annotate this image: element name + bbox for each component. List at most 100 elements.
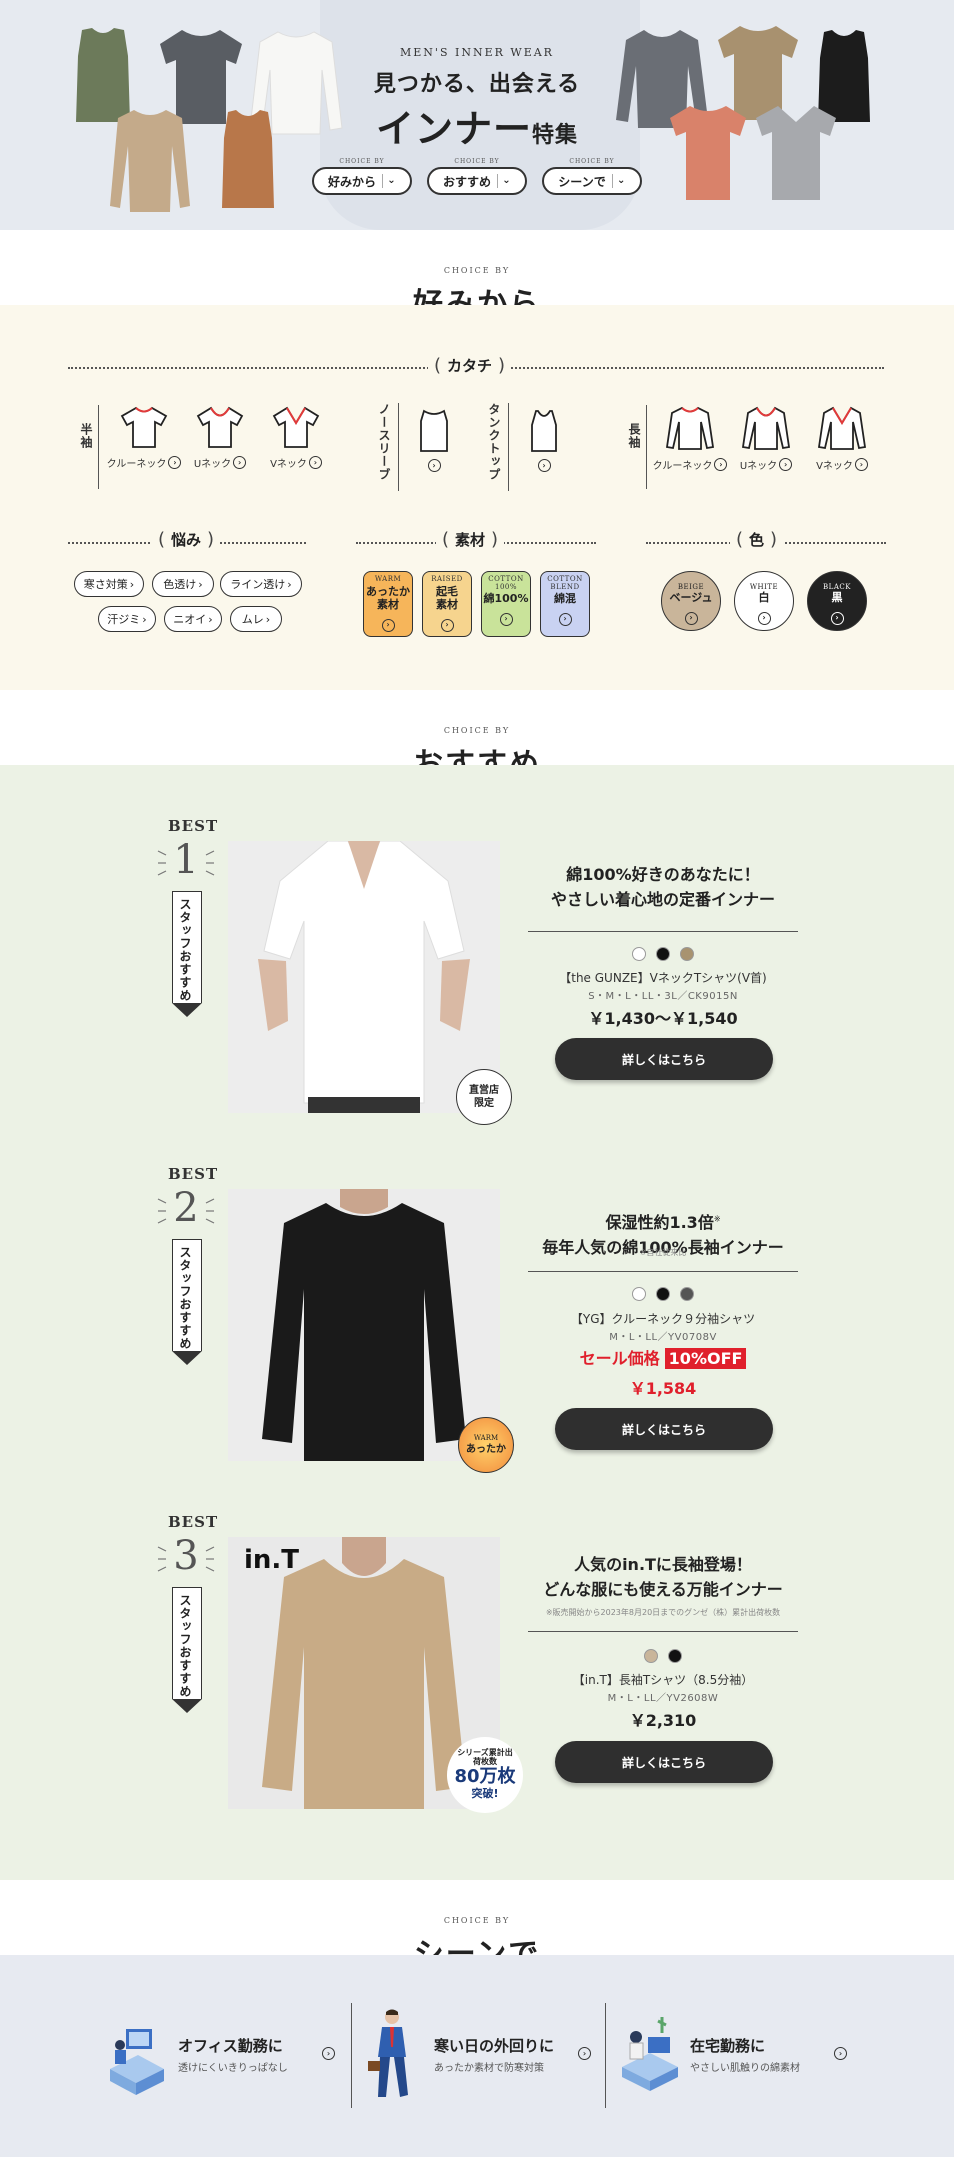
tanktop-item[interactable]: › [514, 409, 574, 472]
hero-title-main-text: インナー [375, 107, 532, 151]
badge-text: あったか [466, 1444, 506, 1456]
swatch-gray[interactable] [680, 1287, 694, 1301]
divider [98, 405, 99, 489]
product-photo-2[interactable] [228, 1189, 500, 1461]
store-limited-badge: 直営店限定 [456, 1069, 512, 1125]
short-uneck-item[interactable]: Uネック › [182, 405, 258, 470]
hero-title-suffix: 特集 [532, 123, 579, 148]
sleeveless-shirt-icon [420, 409, 448, 452]
long-vneck-item[interactable]: Vネック › [804, 405, 880, 472]
hero-button-recommend[interactable]: おすすめ ⌄ [427, 167, 527, 195]
swatch-black[interactable] [668, 1649, 682, 1663]
material-category-label: (素材) [436, 529, 505, 550]
item-label: Uネック [739, 461, 778, 472]
color-category-label: (色) [730, 529, 784, 550]
long-uneck-item[interactable]: Uネック › [728, 405, 804, 472]
material-jp: 綿100% [483, 592, 529, 606]
section-choiceby: CHOICE BY [443, 726, 511, 735]
headline-line1: 綿100%好きのあなたに！ [566, 865, 760, 884]
headline-line1: 人気のin.Tに長袖登場！ [574, 1555, 752, 1574]
material-en: RAISED [431, 575, 463, 583]
scene-office[interactable]: オフィス勤務に 透けにくいきりっぱなし › [100, 2013, 340, 2119]
tag-label: ニオイ [173, 613, 207, 626]
rank-rays-icon [157, 1546, 215, 1572]
material-raised[interactable]: RAISED 起毛 素材 › [422, 571, 472, 637]
concern-tag[interactable]: 汗ジミ › [98, 606, 156, 632]
white-vneck-shirt-image [228, 841, 500, 1113]
uneck-tee-icon [196, 406, 244, 448]
hero-nav-recommend[interactable]: CHOICE BY おすすめ ⌄ [427, 158, 527, 195]
arrow-right-icon: › [558, 612, 572, 626]
chevron-down-icon: ⌄ [611, 174, 626, 188]
businessman-illustration-icon [368, 2009, 408, 2097]
chevron-down-icon: ⌄ [497, 174, 511, 188]
material-cotton-blend[interactable]: COTTON BLEND 綿混 › [540, 571, 590, 637]
badge-text: 直営店限定 [469, 1085, 499, 1109]
staff-pick-ribbon: スタッフおすすめ [171, 891, 202, 1017]
hero-nav-scene[interactable]: CHOICE BY シーンで ⌄ [542, 158, 642, 195]
product-photo-1[interactable] [228, 841, 500, 1113]
hero-nav-preference[interactable]: CHOICE BY 好みから ⌄ [312, 158, 412, 195]
vneck-longsleeve-icon [817, 406, 867, 450]
best-label: BEST [168, 817, 219, 835]
best-label: BEST [168, 1513, 219, 1531]
details-button[interactable]: 詳しくはこちら [555, 1038, 773, 1080]
best-label: BEST [168, 1165, 219, 1183]
short-crewneck-item[interactable]: クルーネック › [106, 405, 182, 470]
hero-button-preference[interactable]: 好みから ⌄ [312, 167, 412, 195]
long-crewneck-item[interactable]: クルーネック › [652, 405, 728, 472]
details-button[interactable]: 詳しくはこちら [555, 1408, 773, 1450]
divider [508, 403, 509, 491]
hero-button-label: おすすめ [442, 174, 491, 189]
concern-tag[interactable]: ムレ › [230, 606, 282, 632]
item-label: Uネック [193, 459, 232, 470]
arrow-right-icon: › [499, 612, 513, 626]
arrow-right-icon: › [714, 458, 728, 471]
crewneck-tee-icon [120, 406, 168, 448]
arrow-right-icon: › [779, 458, 793, 471]
concern-tag[interactable]: 寒さ対策 › [74, 571, 144, 597]
hero-shirt-brown-tank [222, 110, 274, 208]
swatch-beige[interactable] [644, 1649, 658, 1663]
product-sizes: M・L・LL／YV2608W [607, 1693, 719, 1704]
material-en: COTTON BLEND [547, 575, 583, 591]
swatch-white[interactable] [632, 947, 646, 961]
product-name: 【YG】クルーネック９分袖シャツ [570, 1312, 756, 1326]
product-headline: 人気のin.Tに長袖登場！ どんな服にも使える万能インナー [528, 1553, 798, 1603]
chevron-down-icon: ⌄ [382, 174, 396, 188]
hero-choiceby: CHOICE BY [454, 158, 500, 165]
swatch-beige[interactable] [680, 947, 694, 961]
product-price: ￥1,584 [629, 1379, 697, 1398]
chevron-right-icon: › [265, 612, 271, 626]
sleeveless-item[interactable]: › [404, 409, 464, 472]
headline-line1: 保湿性約1.3倍 [605, 1213, 714, 1232]
material-cotton100[interactable]: COTTON 100% 綿100% › [481, 571, 531, 637]
swatch-white[interactable] [632, 1287, 646, 1301]
black-longsleeve-shirt-image [228, 1189, 500, 1461]
swatch-black[interactable] [656, 947, 670, 961]
rank-rays-icon [157, 1198, 215, 1224]
staff-pick-text: スタッフおすすめ [178, 1594, 192, 1698]
concern-tag[interactable]: 色透け › [152, 571, 214, 597]
material-jp: あったか 素材 [364, 585, 412, 613]
color-beige[interactable]: BEIGE ベージュ › [661, 571, 721, 631]
hero-button-scene[interactable]: シーンで ⌄ [542, 167, 642, 195]
divider [351, 2003, 352, 2108]
arrow-right-icon: › [830, 611, 844, 625]
concern-tag[interactable]: ニオイ › [164, 606, 222, 632]
scene-sub: あったか素材で防寒対策 [434, 2063, 544, 2074]
divider [528, 931, 798, 932]
material-warm[interactable]: WARM あったか 素材 › [363, 571, 413, 637]
details-button[interactable]: 詳しくはこちら [555, 1741, 773, 1783]
scene-home[interactable]: 在宅勤務に やさしい肌触りの綿素材 › [618, 2013, 858, 2119]
concern-tag[interactable]: ライン透け › [220, 571, 302, 597]
short-vneck-item[interactable]: Vネック › [258, 405, 334, 470]
tag-label: 寒さ対策 [83, 578, 128, 591]
scene-sub: やさしい肌触りの綿素材 [690, 2063, 800, 2074]
swatch-black[interactable] [656, 1287, 670, 1301]
scene-outside[interactable]: 寒い日の外回りに あったか素材で防寒対策 › [362, 2009, 602, 2119]
color-white[interactable]: WHITE 白 › [734, 571, 794, 631]
color-black[interactable]: BLACK 黒 › [807, 571, 867, 631]
material-jp1: 起毛 [436, 584, 458, 598]
scene-title: 在宅勤務に [690, 2037, 766, 2055]
